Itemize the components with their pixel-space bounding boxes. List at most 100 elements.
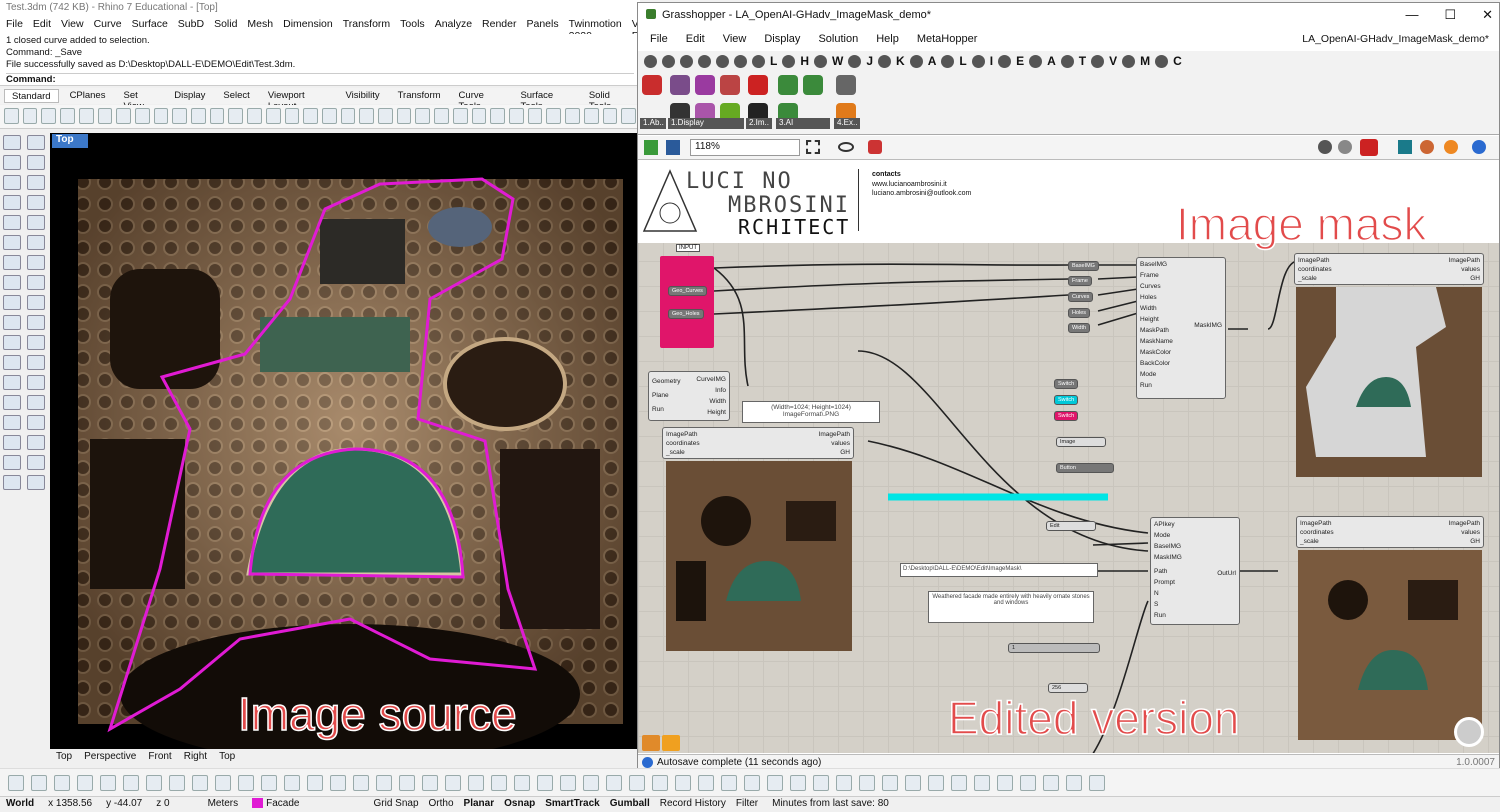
osnap-tool-icon[interactable] xyxy=(192,775,208,791)
osnap-tool-icon[interactable] xyxy=(146,775,162,791)
toggle-filter[interactable]: Filter xyxy=(736,798,758,811)
osnap-tool-icon[interactable] xyxy=(997,775,1013,791)
cplane-indicator[interactable]: World xyxy=(6,798,34,811)
tool-icon[interactable] xyxy=(3,435,21,450)
zoom-dropdown[interactable]: 118% xyxy=(690,139,800,156)
menu-item-twinmotion-2020[interactable]: Twinmotion 2020 xyxy=(569,18,622,42)
osnap-tool-icon[interactable] xyxy=(123,775,139,791)
osnap-tool-icon[interactable] xyxy=(8,775,24,791)
toolbar-tool-icon[interactable] xyxy=(359,108,375,124)
toggle-record-history[interactable]: Record History xyxy=(660,798,726,811)
mode-dropdown[interactable]: Image xyxy=(1056,437,1106,447)
edited-preview-component[interactable]: ImagePath coordinates _scale ImagePath v… xyxy=(1296,516,1484,548)
toolbar-tool-icon[interactable] xyxy=(303,108,318,124)
component-icon[interactable] xyxy=(803,75,823,95)
toolbar-tool-icon[interactable] xyxy=(153,108,169,124)
gh-menu-file[interactable]: File xyxy=(650,33,668,47)
display-mode-icon[interactable] xyxy=(1360,139,1378,156)
osnap-tool-icon[interactable] xyxy=(215,775,231,791)
edit-dropdown[interactable]: Edit xyxy=(1046,521,1096,531)
tab-icon[interactable] xyxy=(998,54,1012,68)
osnap-tool-icon[interactable] xyxy=(813,775,829,791)
toggle-smarttrack[interactable]: SmartTrack xyxy=(545,798,599,811)
osnap-tool-icon[interactable] xyxy=(330,775,346,791)
preview-material-icon[interactable] xyxy=(1420,140,1434,154)
switch-magenta[interactable]: Switch xyxy=(1054,411,1079,421)
tab-icon[interactable] xyxy=(680,54,693,68)
tab-letter-c[interactable]: C xyxy=(1173,54,1182,68)
viewport-tab-front[interactable]: Front xyxy=(148,751,171,765)
zoom-extents-icon[interactable] xyxy=(806,140,820,154)
toolbar-tool-icon[interactable] xyxy=(209,108,225,124)
menu-item-analyze[interactable]: Analyze xyxy=(435,18,472,32)
display-mode-icon[interactable] xyxy=(1338,140,1352,154)
menu-item-edit[interactable]: Edit xyxy=(33,18,51,32)
gh-menu-edit[interactable]: Edit xyxy=(686,33,705,47)
tab-icon[interactable] xyxy=(698,54,711,68)
canvas-widget-icon[interactable] xyxy=(662,735,680,751)
toolbar-tool-icon[interactable] xyxy=(265,108,281,124)
osnap-tool-icon[interactable] xyxy=(675,775,691,791)
toolbar-tool-icon[interactable] xyxy=(4,108,19,124)
preview-eye-icon[interactable] xyxy=(838,142,854,152)
toolbar-tool-icon[interactable] xyxy=(378,108,393,124)
frame-param[interactable]: Frame xyxy=(1068,276,1092,286)
viewport-name-tab[interactable]: Top xyxy=(52,134,88,148)
tool-icon[interactable] xyxy=(27,215,45,230)
osnap-tool-icon[interactable] xyxy=(652,775,668,791)
tool-icon[interactable] xyxy=(27,415,45,430)
width-param[interactable]: Width xyxy=(1068,323,1091,333)
save-file-icon[interactable] xyxy=(666,140,680,155)
osnap-tool-icon[interactable] xyxy=(468,775,484,791)
toolbar-tool-icon[interactable] xyxy=(247,108,262,124)
geo-holes-param[interactable]: Geo_Holes xyxy=(668,309,704,319)
osnap-tool-icon[interactable] xyxy=(1089,775,1105,791)
osnap-tool-icon[interactable] xyxy=(974,775,990,791)
toolbar-tool-icon[interactable] xyxy=(340,108,356,124)
toolbar-tool-icon[interactable] xyxy=(452,108,468,124)
osnap-tool-icon[interactable] xyxy=(491,775,507,791)
toolbar-tool-icon[interactable] xyxy=(546,108,562,124)
capture-geometry-component[interactable]: Geometry Plane Run CurveIMG Info Width H… xyxy=(648,371,730,421)
toggle-osnap[interactable]: Osnap xyxy=(504,798,535,811)
osnap-tool-icon[interactable] xyxy=(100,775,116,791)
tool-icon[interactable] xyxy=(3,375,21,390)
component-icon[interactable] xyxy=(836,75,856,95)
osnap-tool-icon[interactable] xyxy=(928,775,944,791)
tool-icon[interactable] xyxy=(3,255,21,270)
image-preview-component[interactable]: ImagePath coordinates _scale ImagePath v… xyxy=(662,427,854,459)
tool-icon[interactable] xyxy=(27,375,45,390)
osnap-tool-icon[interactable] xyxy=(882,775,898,791)
gh-menu-metahopper[interactable]: MetaHopper xyxy=(917,33,978,47)
tool-icon[interactable] xyxy=(3,395,21,410)
tool-icon[interactable] xyxy=(27,455,45,470)
toolbar-tool-icon[interactable] xyxy=(22,108,38,124)
tool-icon[interactable] xyxy=(27,395,45,410)
tool-icon[interactable] xyxy=(3,455,21,470)
toolbar-tool-icon[interactable] xyxy=(471,108,487,124)
toolbar-tab-set-view[interactable]: Set View xyxy=(116,89,163,112)
tab-letter-v[interactable]: V xyxy=(1109,54,1117,68)
component-icon[interactable] xyxy=(642,75,662,95)
gh-menu-display[interactable]: Display xyxy=(764,33,800,47)
viewport-tab-right[interactable]: Right xyxy=(184,751,207,765)
tool-icon[interactable] xyxy=(27,275,45,290)
osnap-tool-icon[interactable] xyxy=(1020,775,1036,791)
osnap-tool-icon[interactable] xyxy=(560,775,576,791)
menu-item-render[interactable]: Render xyxy=(482,18,516,32)
tool-icon[interactable] xyxy=(3,235,21,250)
toolbar-tab-solid-tools[interactable]: Solid Tools xyxy=(582,89,636,112)
tab-icon[interactable] xyxy=(1091,54,1105,68)
toolbar-tool-icon[interactable] xyxy=(172,108,188,124)
toolbar-tab-surface-tools[interactable]: Surface Tools xyxy=(513,89,577,112)
toolbar-tab-visibility[interactable]: Visibility xyxy=(338,89,386,103)
tool-icon[interactable] xyxy=(3,215,21,230)
tool-icon[interactable] xyxy=(27,195,45,210)
run-button[interactable]: Button xyxy=(1056,463,1114,473)
osnap-tool-icon[interactable] xyxy=(77,775,93,791)
tool-icon[interactable] xyxy=(3,175,21,190)
image-mask-component[interactable]: BaseIMG Frame Curves Holes Width Height … xyxy=(1136,257,1226,399)
osnap-tool-icon[interactable] xyxy=(307,775,323,791)
minimize-icon[interactable]: — xyxy=(1405,7,1418,23)
osnap-tool-icon[interactable] xyxy=(606,775,622,791)
